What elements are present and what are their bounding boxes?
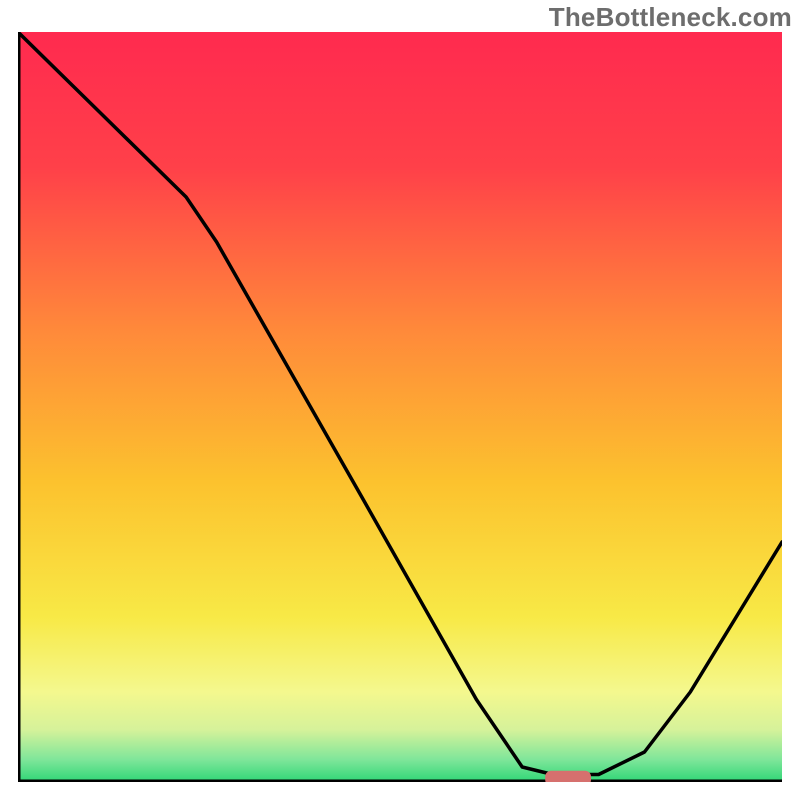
watermark-text: TheBottleneck.com (549, 2, 792, 33)
plot-area (18, 32, 782, 782)
plot-svg (18, 32, 782, 782)
chart-stage: TheBottleneck.com (0, 0, 800, 800)
optimal-marker (545, 771, 591, 782)
